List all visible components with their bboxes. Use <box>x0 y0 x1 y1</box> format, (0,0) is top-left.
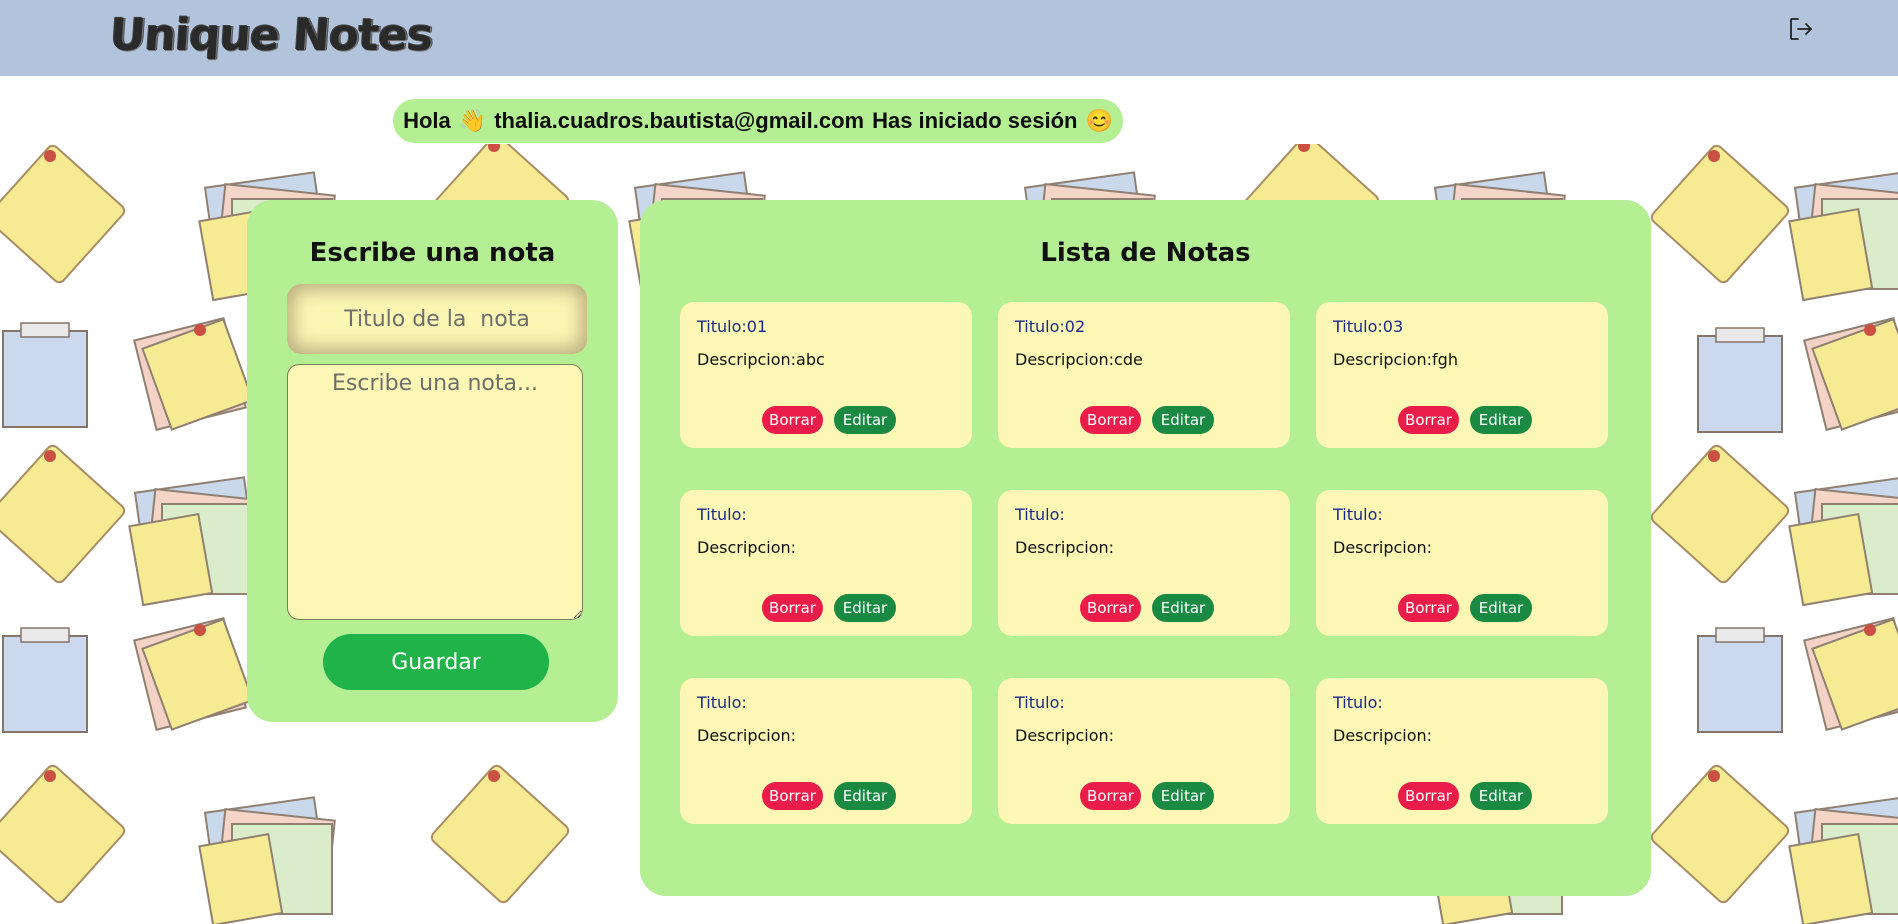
edit-button[interactable]: Editar <box>834 594 896 622</box>
login-status: Has iniciado sesión <box>872 108 1078 133</box>
delete-button[interactable]: Borrar <box>762 782 823 810</box>
delete-button[interactable]: Borrar <box>762 594 823 622</box>
delete-button[interactable]: Borrar <box>1080 782 1141 810</box>
note-card: Titulo: Descripcion: Borrar Editar <box>680 678 972 824</box>
note-card-description: Descripcion:fgh <box>1333 350 1458 369</box>
note-card-title: Titulo: <box>1015 693 1065 712</box>
note-card-title: Titulo:01 <box>697 317 768 336</box>
note-card-title: Titulo:02 <box>1015 317 1086 336</box>
notes-list-panel: Lista de Notas Titulo:01 Descripcion:abc… <box>640 200 1651 896</box>
note-card-title: Titulo: <box>697 693 747 712</box>
top-header: Unique Notes <box>0 0 1898 76</box>
delete-button[interactable]: Borrar <box>1080 594 1141 622</box>
greeting-hello: Hola <box>403 108 451 133</box>
note-title-input[interactable] <box>287 284 587 354</box>
note-card-title: Titulo: <box>1333 505 1383 524</box>
note-card: Titulo: Descripcion: Borrar Editar <box>1316 678 1608 824</box>
note-card: Titulo: Descripcion: Borrar Editar <box>998 678 1290 824</box>
note-card-description: Descripcion: <box>697 538 797 557</box>
smile-emoji-icon: 😊 <box>1085 108 1113 133</box>
note-card: Titulo:03 Descripcion:fgh Borrar Editar <box>1316 302 1608 448</box>
app-logo[interactable]: Unique Notes <box>108 10 434 61</box>
note-card: Titulo: Descripcion: Borrar Editar <box>680 490 972 636</box>
save-button[interactable]: Guardar <box>323 634 549 690</box>
list-heading: Lista de Notas <box>1040 238 1251 268</box>
note-card-description: Descripcion:abc <box>697 350 825 369</box>
note-card: Titulo:01 Descripcion:abc Borrar Editar <box>680 302 972 448</box>
note-card-title: Titulo: <box>1015 505 1065 524</box>
edit-button[interactable]: Editar <box>1152 594 1214 622</box>
note-card-title: Titulo: <box>1333 693 1383 712</box>
delete-button[interactable]: Borrar <box>1398 406 1459 434</box>
note-card: Titulo:02 Descripcion:cde Borrar Editar <box>998 302 1290 448</box>
note-card-description: Descripcion: <box>1333 726 1433 745</box>
note-form-panel: Escribe una nota Guardar <box>247 200 618 722</box>
note-card-description: Descripcion:cde <box>1015 350 1143 369</box>
logout-icon[interactable] <box>1788 16 1814 42</box>
delete-button[interactable]: Borrar <box>1080 406 1141 434</box>
note-card-description: Descripcion: <box>1015 726 1115 745</box>
delete-button[interactable]: Borrar <box>1398 594 1459 622</box>
note-body-textarea[interactable] <box>287 364 583 620</box>
edit-button[interactable]: Editar <box>834 782 896 810</box>
note-card: Titulo: Descripcion: Borrar Editar <box>998 490 1290 636</box>
form-heading: Escribe una nota <box>309 238 556 268</box>
edit-button[interactable]: Editar <box>1470 782 1532 810</box>
edit-button[interactable]: Editar <box>834 406 896 434</box>
note-card-description: Descripcion: <box>1015 538 1115 557</box>
delete-button[interactable]: Borrar <box>1398 782 1459 810</box>
note-card-description: Descripcion: <box>697 726 797 745</box>
edit-button[interactable]: Editar <box>1152 406 1214 434</box>
note-card: Titulo: Descripcion: Borrar Editar <box>1316 490 1608 636</box>
edit-button[interactable]: Editar <box>1152 782 1214 810</box>
login-greeting: Hola 👋 thalia.cuadros.bautista@gmail.com… <box>393 99 1123 143</box>
delete-button[interactable]: Borrar <box>762 406 823 434</box>
edit-button[interactable]: Editar <box>1470 594 1532 622</box>
user-email: thalia.cuadros.bautista@gmail.com <box>494 108 865 133</box>
note-card-title: Titulo:03 <box>1333 317 1404 336</box>
note-card-title: Titulo: <box>697 505 747 524</box>
edit-button[interactable]: Editar <box>1470 406 1532 434</box>
wave-emoji-icon: 👋 <box>458 108 487 133</box>
note-card-description: Descripcion: <box>1333 538 1433 557</box>
